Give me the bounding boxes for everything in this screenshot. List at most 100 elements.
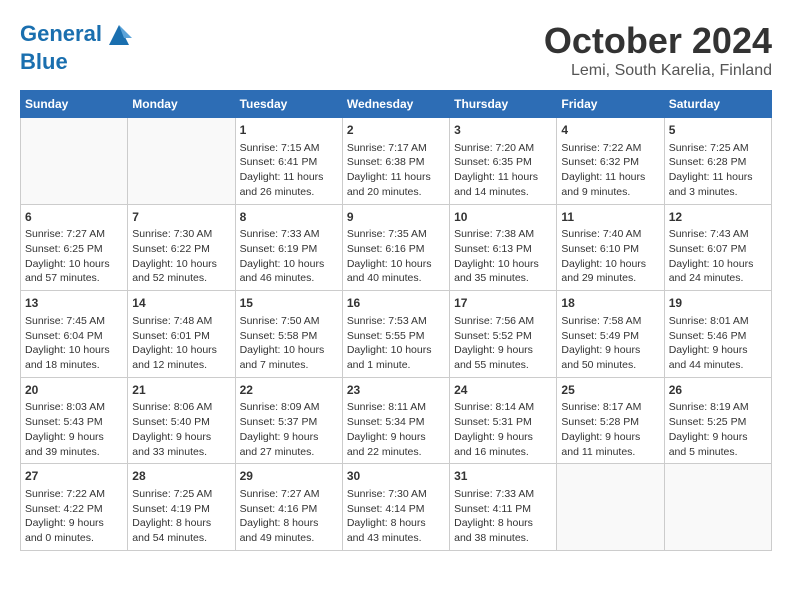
day-number: 14 <box>132 295 230 312</box>
logo-blue: Blue <box>20 50 134 74</box>
cell-content: Daylight: 8 hours and 43 minutes. <box>347 516 445 545</box>
week-row-5: 27Sunrise: 7:22 AMSunset: 4:22 PMDayligh… <box>21 464 772 551</box>
cell-content: Sunset: 5:25 PM <box>669 415 767 430</box>
cell-content: Daylight: 11 hours and 3 minutes. <box>669 170 767 199</box>
cell-content: Sunset: 5:37 PM <box>240 415 338 430</box>
cell-content: Daylight: 9 hours and 27 minutes. <box>240 430 338 459</box>
header-wednesday: Wednesday <box>342 91 449 118</box>
cell-content: Daylight: 9 hours and 0 minutes. <box>25 516 123 545</box>
cell-content: Sunrise: 7:40 AM <box>561 227 659 242</box>
day-number: 26 <box>669 382 767 399</box>
calendar-cell: 8Sunrise: 7:33 AMSunset: 6:19 PMDaylight… <box>235 204 342 291</box>
day-number: 17 <box>454 295 552 312</box>
calendar-cell: 6Sunrise: 7:27 AMSunset: 6:25 PMDaylight… <box>21 204 128 291</box>
cell-content: Sunrise: 7:15 AM <box>240 141 338 156</box>
cell-content: Daylight: 9 hours and 33 minutes. <box>132 430 230 459</box>
day-number: 2 <box>347 122 445 139</box>
cell-content: Sunset: 6:07 PM <box>669 242 767 257</box>
cell-content: Daylight: 9 hours and 44 minutes. <box>669 343 767 372</box>
day-number: 10 <box>454 209 552 226</box>
cell-content: Sunrise: 7:56 AM <box>454 314 552 329</box>
cell-content: Sunset: 5:55 PM <box>347 329 445 344</box>
header-saturday: Saturday <box>664 91 771 118</box>
calendar-cell: 17 Sunrise: 7:56 AMSunset: 5:52 PMDayligh… <box>450 291 557 378</box>
calendar-cell: 11Sunrise: 7:40 AMSunset: 6:10 PMDayligh… <box>557 204 664 291</box>
cell-content: Sunrise: 7:27 AM <box>25 227 123 242</box>
cell-content: Sunset: 6:10 PM <box>561 242 659 257</box>
cell-content: Sunset: 5:34 PM <box>347 415 445 430</box>
cell-content: Sunset: 5:40 PM <box>132 415 230 430</box>
cell-content: Sunrise: 8:09 AM <box>240 400 338 415</box>
cell-content: Sunrise: 8:06 AM <box>132 400 230 415</box>
cell-content: Daylight: 9 hours and 22 minutes. <box>347 430 445 459</box>
day-number: 4 <box>561 122 659 139</box>
cell-content: Sunrise: 7:58 AM <box>561 314 659 329</box>
cell-content: Sunset: 6:22 PM <box>132 242 230 257</box>
calendar-cell: 16Sunrise: 7:53 AMSunset: 5:55 PMDayligh… <box>342 291 449 378</box>
cell-content: Sunset: 4:22 PM <box>25 502 123 517</box>
cell-content: Daylight: 10 hours and 40 minutes. <box>347 257 445 286</box>
day-number: 21 <box>132 382 230 399</box>
day-number: 1 <box>240 122 338 139</box>
cell-content: Sunrise: 7:53 AM <box>347 314 445 329</box>
day-number: 25 <box>561 382 659 399</box>
day-number: 9 <box>347 209 445 226</box>
day-number: 11 <box>561 209 659 226</box>
day-number: 3 <box>454 122 552 139</box>
cell-content: Sunset: 5:52 PM <box>454 329 552 344</box>
calendar-cell: 14Sunrise: 7:48 AMSunset: 6:01 PMDayligh… <box>128 291 235 378</box>
cell-content: Sunset: 5:58 PM <box>240 329 338 344</box>
cell-content: Daylight: 10 hours and 12 minutes. <box>132 343 230 372</box>
cell-content: Sunrise: 8:19 AM <box>669 400 767 415</box>
cell-content: Daylight: 10 hours and 7 minutes. <box>240 343 338 372</box>
cell-content: Sunset: 6:25 PM <box>25 242 123 257</box>
cell-content: Daylight: 10 hours and 52 minutes. <box>132 257 230 286</box>
day-number: 13 <box>25 295 123 312</box>
header-tuesday: Tuesday <box>235 91 342 118</box>
calendar-cell: 5Sunrise: 7:25 AMSunset: 6:28 PMDaylight… <box>664 118 771 205</box>
cell-content: Daylight: 10 hours and 18 minutes. <box>25 343 123 372</box>
day-number: 23 <box>347 382 445 399</box>
cell-content: Sunset: 6:38 PM <box>347 155 445 170</box>
cell-content: Daylight: 8 hours and 54 minutes. <box>132 516 230 545</box>
month-title: October 2024 <box>544 20 772 62</box>
cell-content: Sunrise: 7:33 AM <box>454 487 552 502</box>
cell-content: Sunset: 6:28 PM <box>669 155 767 170</box>
week-row-3: 13Sunrise: 7:45 AMSunset: 6:04 PMDayligh… <box>21 291 772 378</box>
calendar-cell: 3Sunrise: 7:20 AMSunset: 6:35 PMDaylight… <box>450 118 557 205</box>
day-number: 5 <box>669 122 767 139</box>
cell-content: Sunrise: 7:17 AM <box>347 141 445 156</box>
cell-content: Sunset: 6:13 PM <box>454 242 552 257</box>
cell-content: Daylight: 9 hours and 55 minutes. <box>454 343 552 372</box>
cell-content: Sunset: 6:19 PM <box>240 242 338 257</box>
cell-content: Daylight: 9 hours and 39 minutes. <box>25 430 123 459</box>
cell-content: Sunrise: 8:14 AM <box>454 400 552 415</box>
calendar-cell: 27Sunrise: 7:22 AMSunset: 4:22 PMDayligh… <box>21 464 128 551</box>
cell-content: Daylight: 10 hours and 46 minutes. <box>240 257 338 286</box>
cell-content: Sunset: 4:19 PM <box>132 502 230 517</box>
week-row-2: 6Sunrise: 7:27 AMSunset: 6:25 PMDaylight… <box>21 204 772 291</box>
cell-content: Daylight: 8 hours and 49 minutes. <box>240 516 338 545</box>
header-friday: Friday <box>557 91 664 118</box>
calendar-cell <box>21 118 128 205</box>
day-number: 18 <box>561 295 659 312</box>
cell-content: Daylight: 11 hours and 26 minutes. <box>240 170 338 199</box>
cell-content: Sunset: 6:41 PM <box>240 155 338 170</box>
cell-content: Sunset: 6:04 PM <box>25 329 123 344</box>
title-block: October 2024 Lemi, South Karelia, Finlan… <box>544 20 772 80</box>
cell-content: Daylight: 11 hours and 20 minutes. <box>347 170 445 199</box>
calendar-cell: 2 Sunrise: 7:17 AMSunset: 6:38 PMDaylight… <box>342 118 449 205</box>
day-number: 28 <box>132 468 230 485</box>
cell-content: Daylight: 10 hours and 57 minutes. <box>25 257 123 286</box>
day-number: 30 <box>347 468 445 485</box>
day-number: 19 <box>669 295 767 312</box>
cell-content: Daylight: 10 hours and 29 minutes. <box>561 257 659 286</box>
cell-content: Daylight: 10 hours and 35 minutes. <box>454 257 552 286</box>
calendar-cell: 1 Sunrise: 7:15 AMSunset: 6:41 PMDaylight… <box>235 118 342 205</box>
calendar-cell: 10Sunrise: 7:38 AMSunset: 6:13 PMDayligh… <box>450 204 557 291</box>
calendar-cell: 29Sunrise: 7:27 AMSunset: 4:16 PMDayligh… <box>235 464 342 551</box>
calendar-cell: 21Sunrise: 8:06 AMSunset: 5:40 PMDayligh… <box>128 377 235 464</box>
logo-text: General <box>20 20 134 50</box>
cell-content: Sunset: 5:43 PM <box>25 415 123 430</box>
cell-content: Daylight: 8 hours and 38 minutes. <box>454 516 552 545</box>
